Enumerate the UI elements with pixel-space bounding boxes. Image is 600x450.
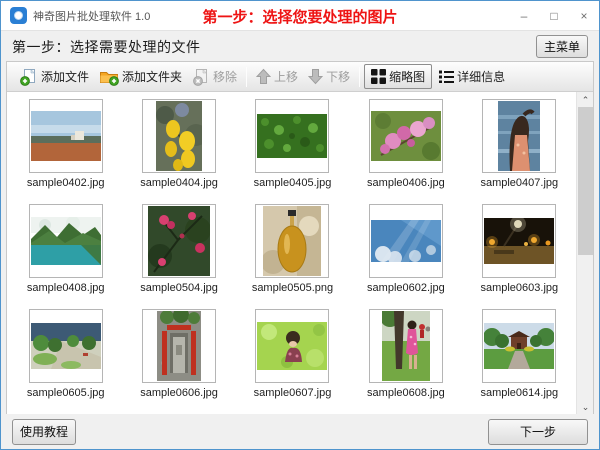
main-menu-button[interactable]: 主菜单 (536, 35, 588, 58)
thumbnail-image (29, 99, 103, 173)
header: 第一步：选择需要处理的文件 主菜单 (1, 32, 599, 61)
thumbnail-view-icon (371, 69, 386, 84)
add-folder-button[interactable]: 添加文件夹 (94, 66, 187, 88)
footer: 使用教程 下一步 (1, 414, 599, 449)
app-icon-lens (14, 11, 23, 20)
thumbnail-image (369, 99, 443, 173)
thumbnail-image (255, 204, 329, 278)
thumbnail-image (482, 99, 556, 173)
file-item[interactable]: sample0505.png (252, 204, 333, 309)
thumbnail-image (255, 99, 329, 173)
toolbar-separator (359, 67, 360, 87)
thumbnail-grid: sample0402.jpg sample0404.jpg sample0405… (9, 92, 576, 415)
thumbnail-image (369, 204, 443, 278)
maximize-icon[interactable]: □ (539, 1, 569, 30)
file-name: sample0404.jpg (140, 177, 218, 189)
scrollbar-thumb[interactable] (578, 107, 593, 255)
detail-view-icon (439, 70, 454, 83)
next-step-button[interactable]: 下一步 (488, 419, 588, 445)
file-item[interactable]: sample0607.jpg (254, 309, 332, 414)
scroll-down-icon[interactable]: ⌄ (577, 399, 593, 415)
file-item[interactable]: sample0405.jpg (254, 99, 332, 204)
tutorial-button[interactable]: 使用教程 (12, 419, 76, 445)
remove-button[interactable]: 移除 (187, 66, 242, 88)
add-folder-icon (99, 68, 119, 86)
title-bar: 神奇图片批处理软件 1.0 第一步：选择您要处理的图片 – □ × (1, 1, 599, 31)
add-file-label: 添加文件 (41, 68, 89, 85)
thumbnail-image (142, 99, 216, 173)
detail-view-button[interactable]: 详细信息 (432, 64, 512, 89)
file-item[interactable]: sample0602.jpg (367, 204, 445, 309)
vertical-scrollbar[interactable]: ⌃ ⌄ (576, 92, 593, 415)
thumbnail-image (482, 309, 556, 383)
file-name: sample0602.jpg (367, 282, 445, 294)
toolbar-separator (246, 67, 247, 87)
file-name: sample0407.jpg (480, 177, 558, 189)
add-folder-label: 添加文件夹 (122, 68, 182, 85)
thumbnail-image (255, 309, 329, 383)
file-item[interactable]: sample0603.jpg (480, 204, 558, 309)
remove-icon (192, 68, 210, 86)
scroll-up-icon[interactable]: ⌃ (577, 92, 593, 108)
thumbnail-image (142, 204, 216, 278)
move-down-icon (308, 68, 323, 85)
file-name: sample0504.jpg (140, 282, 218, 294)
page-title: 第一步：选择需要处理的文件 (12, 37, 201, 57)
file-name: sample0605.jpg (27, 387, 105, 399)
thumbnail-view-label: 缩略图 (389, 68, 425, 85)
app-icon (10, 7, 27, 24)
file-item[interactable]: sample0504.jpg (140, 204, 218, 309)
file-name: sample0505.png (252, 282, 333, 294)
file-name: sample0608.jpg (367, 387, 445, 399)
move-up-button[interactable]: 上移 (251, 66, 303, 87)
window-title: 神奇图片批处理软件 1.0 (33, 8, 150, 24)
file-item[interactable]: sample0402.jpg (27, 99, 105, 204)
thumbnail-image (142, 309, 216, 383)
detail-view-label: 详细信息 (457, 68, 505, 85)
add-file-icon (20, 68, 38, 86)
window-controls: – □ × (509, 1, 599, 30)
file-item[interactable]: sample0408.jpg (27, 204, 105, 309)
move-up-icon (256, 68, 271, 85)
file-name: sample0607.jpg (254, 387, 332, 399)
file-name: sample0603.jpg (480, 282, 558, 294)
thumbnail-image (369, 309, 443, 383)
file-panel: 添加文件 添加文件夹 移除 (6, 61, 594, 416)
file-item[interactable]: sample0614.jpg (480, 309, 558, 414)
thumbnail-image (29, 204, 103, 278)
file-name: sample0606.jpg (140, 387, 218, 399)
file-name: sample0402.jpg (27, 177, 105, 189)
move-down-label: 下移 (326, 68, 350, 85)
file-item[interactable]: sample0407.jpg (480, 99, 558, 204)
file-item[interactable]: sample0605.jpg (27, 309, 105, 414)
thumbnail-image (29, 309, 103, 383)
file-name: sample0614.jpg (480, 387, 558, 399)
file-item[interactable]: sample0406.jpg (367, 99, 445, 204)
thumbnail-view-button[interactable]: 缩略图 (364, 64, 432, 89)
file-item[interactable]: sample0608.jpg (367, 309, 445, 414)
file-name: sample0408.jpg (27, 282, 105, 294)
close-icon[interactable]: × (569, 1, 599, 30)
move-down-button[interactable]: 下移 (303, 66, 355, 87)
add-file-button[interactable]: 添加文件 (15, 66, 94, 88)
file-item[interactable]: sample0404.jpg (140, 99, 218, 204)
file-list: sample0402.jpg sample0404.jpg sample0405… (7, 92, 593, 415)
file-item[interactable]: sample0606.jpg (140, 309, 218, 414)
file-name: sample0405.jpg (254, 177, 332, 189)
app-window: 神奇图片批处理软件 1.0 第一步：选择您要处理的图片 – □ × 第一步：选择… (0, 0, 600, 450)
move-up-label: 上移 (274, 68, 298, 85)
file-name: sample0406.jpg (367, 177, 445, 189)
minimize-icon[interactable]: – (509, 1, 539, 30)
thumbnail-image (482, 204, 556, 278)
remove-label: 移除 (213, 68, 237, 85)
toolbar: 添加文件 添加文件夹 移除 (7, 62, 593, 92)
